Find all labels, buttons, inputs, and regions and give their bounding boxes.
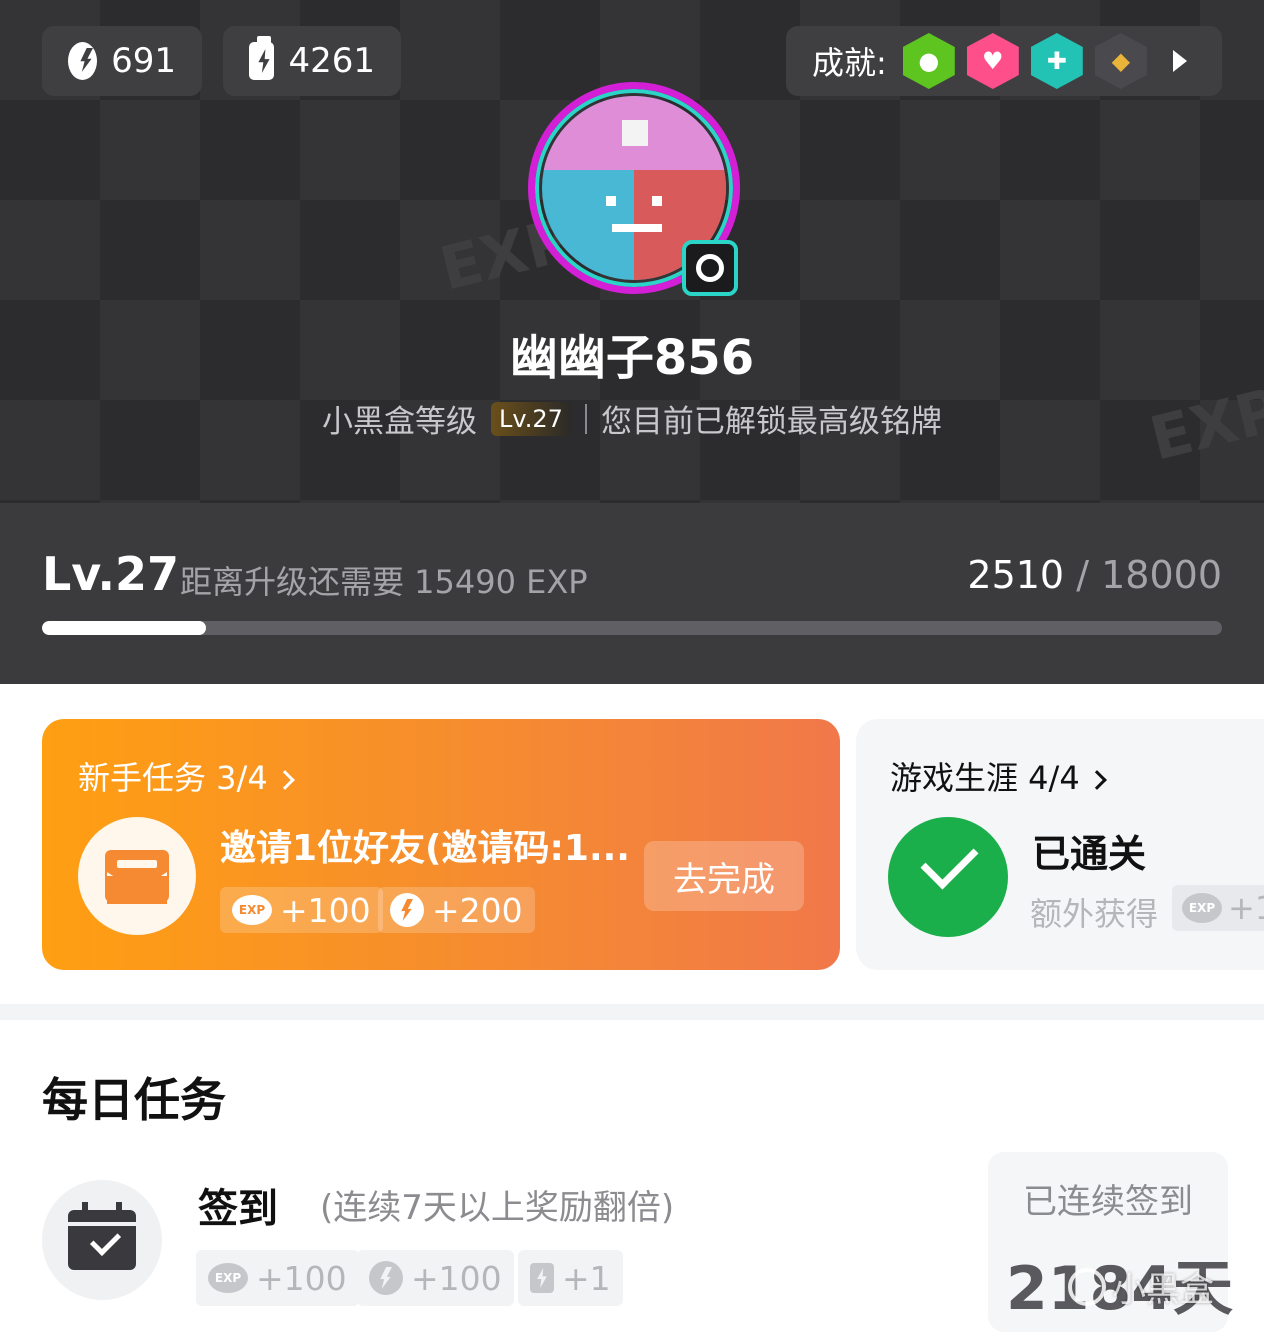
- task-cards: 新手任务 3/4 邀请1位好友(邀请码:1... EXP +100 +200 去…: [0, 684, 1264, 1004]
- check-icon: [888, 817, 1008, 937]
- heart-icon: ♥: [966, 33, 1019, 89]
- coin-icon: [390, 893, 424, 927]
- signin-reward-exp: EXP +100: [196, 1250, 359, 1306]
- exp-separator: /: [1076, 553, 1090, 597]
- exp-icon: EXP: [232, 895, 272, 925]
- exp-icon: EXP: [1182, 893, 1222, 923]
- reward-exp: EXP +100: [220, 887, 383, 933]
- energy-pill[interactable]: 4261: [223, 26, 401, 96]
- watermark: 小黑盒: [1068, 1262, 1214, 1311]
- career-task-title[interactable]: 游戏生涯 4/4: [890, 753, 1107, 799]
- daily-title: 每日任务: [42, 1073, 226, 1127]
- exp-icon: EXP: [208, 1263, 248, 1293]
- exp-need-text: 距离升级还需要 15490 EXP: [180, 563, 588, 601]
- achievements-label: 成就:: [812, 44, 887, 82]
- exp-level: Lv.27: [42, 547, 180, 601]
- signin-reward-energy-value: +1: [562, 1258, 611, 1298]
- signin-reward-coin: +100: [357, 1250, 514, 1306]
- extra-label: 额外获得: [1030, 895, 1159, 933]
- exp-section: Lv.27 距离升级还需要 15490 EXP 2510 / 18000: [0, 503, 1264, 684]
- watermark-logo-icon: [1068, 1267, 1106, 1306]
- username: 幽幽子856: [509, 330, 755, 386]
- newbie-task-card[interactable]: 新手任务 3/4 邀请1位好友(邀请码:1... EXP +100 +200 去…: [42, 719, 840, 970]
- watermark-text: 小黑盒: [1112, 1270, 1214, 1310]
- chevron-right-icon[interactable]: [1172, 50, 1187, 72]
- gamepad-icon: ✚: [1030, 33, 1083, 89]
- mail-icon: [78, 817, 196, 935]
- exp-max: 18000: [1101, 553, 1222, 597]
- exp-progress-bar: [42, 621, 1222, 635]
- coins-pill[interactable]: 691: [42, 26, 202, 96]
- signin-reward-energy: +1: [518, 1250, 623, 1306]
- level-note: 您目前已解锁最高级铭牌: [600, 404, 942, 440]
- diamond-icon: ◆: [1094, 33, 1147, 89]
- signin-reward-exp-value: +100: [256, 1258, 347, 1298]
- signin-note: (连续7天以上奖励翻倍): [320, 1188, 675, 1228]
- newbie-task-title-text: 新手任务 3/4: [78, 759, 268, 797]
- level-badge: Lv.27: [491, 401, 571, 436]
- battery-icon: [249, 36, 275, 80]
- energy-count: 4261: [288, 41, 375, 81]
- chevron-right-icon: [1086, 770, 1107, 790]
- calendar-icon: [42, 1180, 162, 1300]
- achievements-bar[interactable]: 成就: ● ♥ ✚ ◆: [786, 26, 1222, 96]
- divider: [584, 403, 587, 434]
- coins-count: 691: [111, 41, 176, 81]
- career-task-card[interactable]: 游戏生涯 4/4 已通关 额外获得 EXP +1: [856, 719, 1264, 970]
- newbie-task-title[interactable]: 新手任务 3/4: [78, 753, 295, 799]
- extra-reward: EXP +1: [1172, 885, 1264, 931]
- level-line: 小黑盒等级 Lv.27 您目前已解锁最高级铭牌: [0, 396, 1264, 441]
- coin-icon: [68, 42, 98, 80]
- reward-coin: +200: [378, 887, 535, 933]
- battery-icon: [530, 1263, 554, 1293]
- task-name: 邀请1位好友(邀请码:1...: [220, 828, 630, 869]
- coin-icon: [369, 1261, 403, 1295]
- career-task-title-text: 游戏生涯 4/4: [890, 759, 1080, 797]
- steam-icon: [682, 240, 738, 296]
- chevron-right-icon: [274, 770, 295, 790]
- exp-progress-text: 2510 / 18000: [967, 553, 1222, 597]
- go-complete-button[interactable]: 去完成: [644, 841, 804, 911]
- profile-header: EXP EXP 691 4261 成就: ● ♥ ✚ ◆ 幽幽子856 小黑盒等…: [0, 0, 1264, 503]
- reward-coin-value: +200: [432, 890, 523, 930]
- streak-label: 已连续签到: [1023, 1182, 1193, 1222]
- signin-title: 签到: [198, 1186, 278, 1232]
- extra-reward-value: +1: [1228, 889, 1264, 927]
- exp-current: 2510: [967, 553, 1065, 597]
- level-label: 小黑盒等级: [322, 404, 478, 440]
- career-status: 已通关: [1032, 832, 1147, 876]
- reward-exp-value: +100: [280, 890, 371, 930]
- avatar[interactable]: [522, 80, 742, 300]
- signin-reward-coin-value: +100: [411, 1258, 502, 1298]
- exp-progress-fill: [42, 621, 207, 635]
- person-icon: ●: [902, 33, 955, 89]
